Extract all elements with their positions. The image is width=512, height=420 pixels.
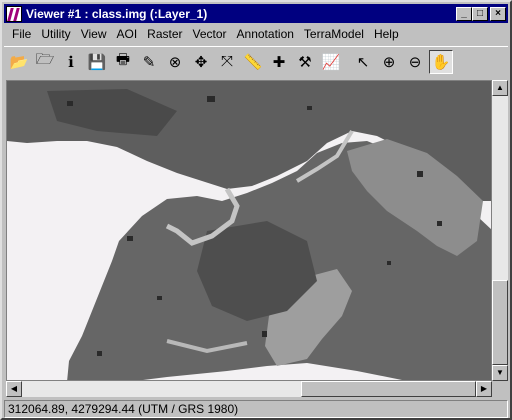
menu-help[interactable]: Help: [369, 27, 404, 41]
horizontal-scrollbar[interactable]: ◀ ▶: [6, 381, 492, 397]
open-layer-icon[interactable]: 🗁: [33, 50, 57, 74]
menu-raster[interactable]: Raster: [142, 27, 187, 41]
scroll-right-button[interactable]: ▶: [476, 381, 492, 397]
viewer-window: Viewer #1 : class.img (:Layer_1) _ □ × F…: [0, 0, 512, 420]
vertical-scrollbar[interactable]: ▲ ▼: [492, 80, 508, 381]
classified-raster-image: [7, 81, 491, 380]
print-icon[interactable]: 🖶: [111, 50, 135, 74]
ruler-icon[interactable]: 📏: [241, 50, 265, 74]
status-bar: 312064.89, 4279294.44 (UTM / GRS 1980): [4, 400, 508, 418]
crosshair-icon[interactable]: ✚: [267, 50, 291, 74]
hammer-icon[interactable]: ⚒: [293, 50, 317, 74]
scroll-down-button[interactable]: ▼: [492, 365, 508, 381]
save-icon[interactable]: 💾: [85, 50, 109, 74]
menu-aoi[interactable]: AOI: [111, 27, 142, 41]
map-viewport[interactable]: [6, 80, 492, 381]
vertical-scroll-thumb[interactable]: [492, 280, 508, 365]
fit-extent-icon[interactable]: ⤧: [215, 50, 239, 74]
menu-terramodel[interactable]: TerraModel: [299, 27, 369, 41]
menu-annotation[interactable]: Annotation: [232, 27, 299, 41]
toolbar: 📂 🗁 ℹ 💾 🖶 ✎ ⊗ ✥ ⤧ 📏 ✚ ⚒ 📈 ↖ ⊕ ⊖ ✋: [4, 46, 508, 76]
window-title: Viewer #1 : class.img (:Layer_1): [26, 6, 208, 21]
menu-bar: File Utility View AOI Raster Vector Anno…: [4, 24, 508, 43]
zoom-in-icon[interactable]: ⊕: [377, 50, 401, 74]
open-folder-icon[interactable]: 📂: [7, 50, 31, 74]
scroll-corner: [492, 381, 508, 397]
horizontal-scroll-thumb[interactable]: [301, 381, 476, 397]
title-bar[interactable]: Viewer #1 : class.img (:Layer_1) _ □ ×: [4, 4, 508, 23]
close-button[interactable]: ×: [490, 6, 506, 21]
pan-hand-icon[interactable]: ✋: [429, 49, 453, 74]
scroll-up-button[interactable]: ▲: [492, 80, 508, 96]
menu-file[interactable]: File: [7, 27, 36, 41]
coordinate-readout: 312064.89, 4279294.44 (UTM / GRS 1980): [8, 402, 239, 416]
maximize-button[interactable]: □: [472, 6, 488, 21]
profile-chart-icon[interactable]: 📈: [319, 50, 343, 74]
roam-icon[interactable]: ⊗: [163, 50, 187, 74]
info-icon[interactable]: ℹ: [59, 50, 83, 74]
eraser-icon[interactable]: ✎: [137, 50, 161, 74]
minimize-button[interactable]: _: [456, 6, 472, 21]
select-arrow-icon[interactable]: ↖: [351, 50, 375, 74]
zoom-in-center-icon[interactable]: ✥: [189, 50, 213, 74]
app-icon[interactable]: [6, 5, 22, 22]
menu-view[interactable]: View: [76, 27, 112, 41]
scroll-left-button[interactable]: ◀: [6, 381, 22, 397]
menu-utility[interactable]: Utility: [36, 27, 75, 41]
zoom-out-icon[interactable]: ⊖: [403, 50, 427, 74]
menu-vector[interactable]: Vector: [188, 27, 232, 41]
